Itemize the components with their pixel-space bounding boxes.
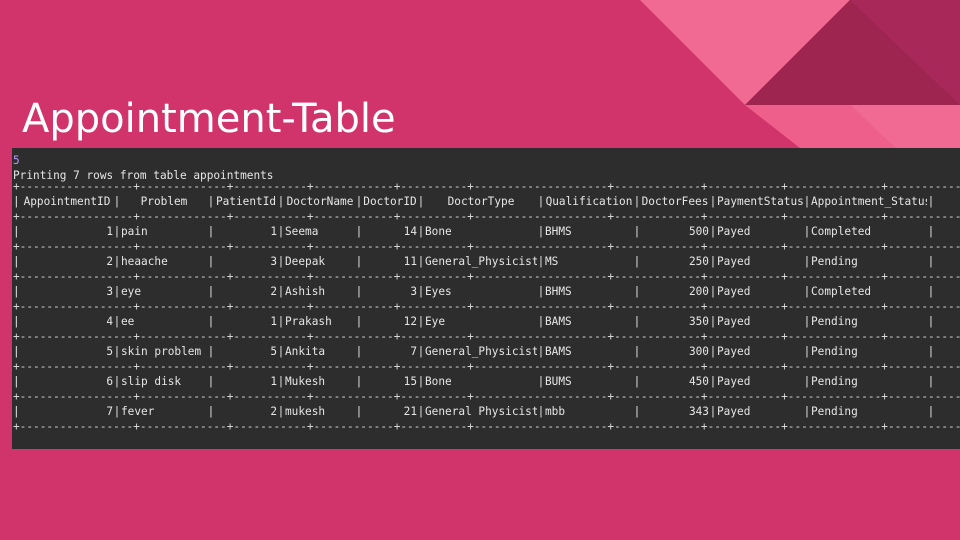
table-row: +-----------------+-------------+-------… (13, 240, 960, 273)
table-row: +-----------------+-------------+-------… (13, 360, 960, 393)
table-border: +-----------------+-------------+-------… (13, 390, 960, 403)
table-border: +-----------------+-------------+-------… (13, 240, 960, 253)
slide-title: Appointment-Table (22, 96, 396, 142)
table-row: +-----------------+-------------+-------… (13, 210, 960, 243)
table-border: +-----------------+-------------+-------… (13, 360, 960, 373)
table-border: +-----------------+-------------+-------… (13, 210, 960, 223)
table-row: +-----------------+-------------+-------… (13, 390, 960, 423)
table-border: +-----------------+-------------+-------… (13, 270, 960, 283)
table-header-row: +-----------------+-------------+-------… (13, 180, 960, 213)
prompt-number: 5 (13, 154, 20, 167)
result-table: +-----------------+-------------+-------… (13, 180, 960, 433)
table-row: +-----------------+-------------+-------… (13, 330, 960, 363)
table-border: +-----------------+-------------+-------… (13, 420, 960, 433)
table-border: +-----------------+-------------+-------… (13, 180, 960, 193)
terminal-output: 5 Printing 7 rows from table appointment… (12, 148, 960, 449)
table-border: +-----------------+-------------+-------… (13, 330, 960, 343)
table-row: +-----------------+-------------+-------… (13, 300, 960, 333)
table-row: +-----------------+-------------+-------… (13, 270, 960, 303)
table-border: +-----------------+-------------+-------… (13, 300, 960, 313)
